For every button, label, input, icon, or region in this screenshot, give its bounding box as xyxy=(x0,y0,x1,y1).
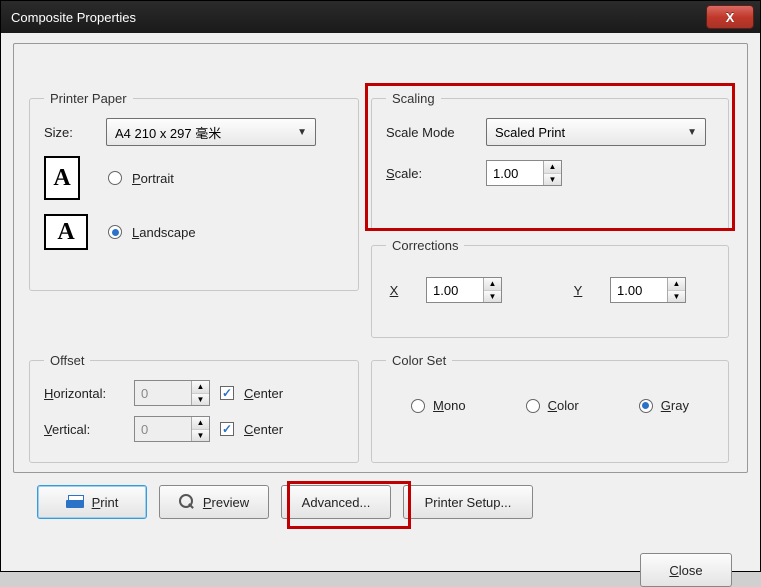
printer-setup-button[interactable]: Printer Setup... xyxy=(403,485,533,519)
spin-buttons[interactable]: ▲▼ xyxy=(191,381,209,405)
action-button-row: Print Preview Advanced... Printer Setup.… xyxy=(37,485,533,519)
preview-button-label: Preview xyxy=(203,495,249,510)
paper-size-value: A4 210 x 297 毫米 xyxy=(115,123,221,142)
mono-label: Mono xyxy=(433,398,466,413)
chevron-down-icon: ▼ xyxy=(687,127,697,138)
scale-mode-label: Scale Mode xyxy=(386,125,476,140)
landscape-label: Landscape xyxy=(132,225,196,240)
offset-v-center-label: Center xyxy=(244,422,283,437)
offset-v-input xyxy=(135,417,191,441)
spin-buttons[interactable]: ▲▼ xyxy=(483,278,501,302)
size-label: Size: xyxy=(44,125,96,140)
advanced-button[interactable]: Advanced... xyxy=(281,485,391,519)
offset-h-center-checkbox[interactable] xyxy=(220,386,234,400)
offset-h-center-label: Center xyxy=(244,386,283,401)
window-title: Composite Properties xyxy=(11,10,136,25)
scale-mode-select[interactable]: Scaled Print ▼ xyxy=(486,118,706,146)
dialog-window: Composite Properties X Printer Paper Siz… xyxy=(0,0,761,572)
dialog-body: Printer Paper Size: A4 210 x 297 毫米 ▼ A … xyxy=(1,33,760,571)
spin-buttons[interactable]: ▲▼ xyxy=(667,278,685,302)
gray-radio[interactable] xyxy=(639,399,653,413)
title-bar: Composite Properties X xyxy=(1,1,760,33)
scale-label: Scale: xyxy=(386,166,476,181)
group-offset: Offset Horizontal: ▲▼ Center Vertical: ▲… xyxy=(29,353,359,463)
correction-y-label: Y xyxy=(570,283,586,298)
offset-v-center-checkbox[interactable] xyxy=(220,422,234,436)
printer-setup-button-label: Printer Setup... xyxy=(425,495,512,510)
portrait-radio[interactable] xyxy=(108,171,122,185)
group-printer-paper: Printer Paper Size: A4 210 x 297 毫米 ▼ A … xyxy=(29,91,359,291)
legend-color-set: Color Set xyxy=(386,353,452,368)
print-button-label: Print xyxy=(92,495,119,510)
close-button[interactable]: Close xyxy=(640,553,732,587)
legend-corrections: Corrections xyxy=(386,238,464,253)
offset-h-input xyxy=(135,381,191,405)
chevron-down-icon: ▼ xyxy=(297,127,307,138)
group-color-set: Color Set Mono Color Gray xyxy=(371,353,729,463)
gray-label: Gray xyxy=(661,398,689,413)
correction-x-stepper[interactable]: ▲▼ xyxy=(426,277,502,303)
group-corrections: Corrections X ▲▼ Y ▲▼ xyxy=(371,238,729,338)
offset-v-label: Vertical: xyxy=(44,422,124,437)
group-scaling: Scaling Scale Mode Scaled Print ▼ Scale:… xyxy=(371,91,729,231)
portrait-page-icon: A xyxy=(44,156,80,200)
advanced-button-label: Advanced... xyxy=(302,495,371,510)
magnifier-icon xyxy=(179,494,195,510)
legend-printer-paper: Printer Paper xyxy=(44,91,133,106)
landscape-page-icon: A xyxy=(44,214,88,250)
close-icon: X xyxy=(726,10,735,25)
offset-v-stepper[interactable]: ▲▼ xyxy=(134,416,210,442)
correction-x-input[interactable] xyxy=(427,278,483,302)
scale-input[interactable] xyxy=(487,161,543,185)
offset-h-label: Horizontal: xyxy=(44,386,124,401)
offset-h-stepper[interactable]: ▲▼ xyxy=(134,380,210,406)
legend-scaling: Scaling xyxy=(386,91,441,106)
printer-icon xyxy=(66,495,84,509)
mono-radio[interactable] xyxy=(411,399,425,413)
close-button-label: Close xyxy=(669,563,702,578)
print-button[interactable]: Print xyxy=(37,485,147,519)
spin-buttons[interactable]: ▲▼ xyxy=(191,417,209,441)
preview-button[interactable]: Preview xyxy=(159,485,269,519)
scale-stepper[interactable]: ▲▼ xyxy=(486,160,562,186)
correction-x-label: X xyxy=(386,283,402,298)
landscape-radio[interactable] xyxy=(108,225,122,239)
correction-y-stepper[interactable]: ▲▼ xyxy=(610,277,686,303)
color-label: Color xyxy=(548,398,579,413)
window-close-button[interactable]: X xyxy=(706,5,754,29)
paper-size-select[interactable]: A4 210 x 297 毫米 ▼ xyxy=(106,118,316,146)
portrait-label: Portrait xyxy=(132,171,174,186)
scale-mode-value: Scaled Print xyxy=(495,125,565,140)
correction-y-input[interactable] xyxy=(611,278,667,302)
color-radio[interactable] xyxy=(526,399,540,413)
legend-offset: Offset xyxy=(44,353,90,368)
spin-buttons[interactable]: ▲▼ xyxy=(543,161,561,185)
